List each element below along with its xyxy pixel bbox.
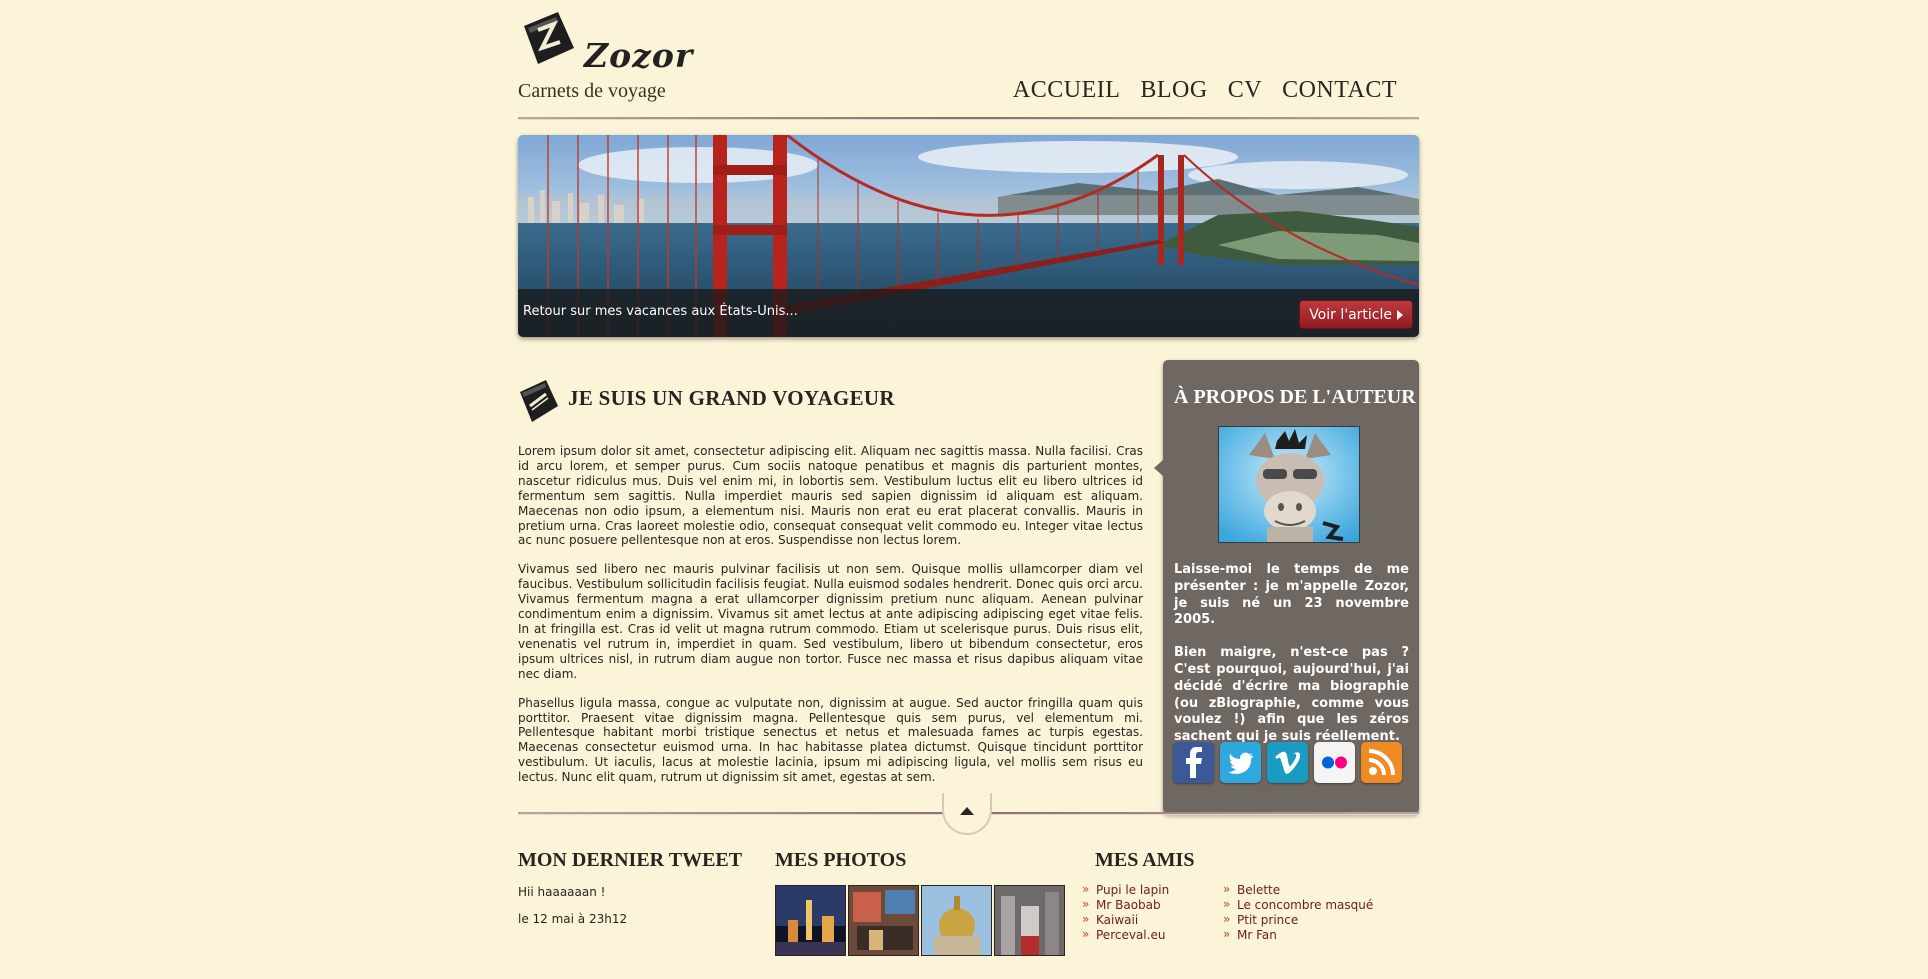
photo-thumbnail[interactable]	[921, 885, 992, 956]
photo-thumbnail[interactable]	[848, 885, 919, 956]
friends-title: MES AMIS	[1095, 849, 1195, 871]
logo-name: Zozor	[584, 36, 694, 75]
friend-link[interactable]: Le concombre masqué	[1223, 897, 1373, 913]
about-author-panel: À PROPOS DE L'AUTEUR Laisse-moi le temps…	[1154, 360, 1419, 814]
friend-link[interactable]: Mr Baobab	[1082, 897, 1169, 913]
site-tagline: Carnets de voyage	[518, 80, 666, 102]
nav-item-contact[interactable]: CONTACT	[1282, 77, 1397, 104]
flickr-icon[interactable]	[1314, 742, 1355, 783]
about-author-text: Laisse-moi le temps de me présenter : je…	[1174, 562, 1409, 762]
back-to-top-button[interactable]	[942, 793, 992, 835]
social-links	[1173, 742, 1402, 783]
panel-notch	[1154, 460, 1163, 476]
friend-link[interactable]: Mr Fan	[1223, 927, 1373, 943]
page-wrapper: Zozor Carnets de voyage ACCUEIL BLOG CV …	[518, 0, 1419, 979]
site-logo[interactable]: Zozor	[518, 8, 692, 75]
read-article-button[interactable]: Voir l'article	[1299, 300, 1413, 329]
friend-link[interactable]: Pupi le lapin	[1082, 882, 1169, 898]
tweet-title: MON DERNIER TWEET	[518, 849, 743, 871]
friend-link[interactable]: Ptit prince	[1223, 912, 1373, 928]
nav-item-cv[interactable]: CV	[1228, 77, 1262, 104]
rss-icon[interactable]	[1361, 742, 1402, 783]
friends-list-1: Pupi le lapin Mr Baobab Kaiwaii Perceval…	[1082, 882, 1169, 943]
about-paragraph: Laisse-moi le temps de me présenter : je…	[1174, 562, 1409, 628]
article-paragraph: Lorem ipsum dolor sit amet, consectetur …	[518, 444, 1143, 548]
article-paragraph: Phasellus ligula massa, congue ac vulput…	[518, 695, 1143, 785]
logo-mark-icon	[524, 12, 574, 64]
photo-thumbnail[interactable]	[775, 885, 846, 956]
nav-item-blog[interactable]: BLOG	[1140, 77, 1207, 104]
tweet-date: le 12 mai à 23h12	[518, 912, 628, 926]
read-article-label: Voir l'article	[1309, 306, 1392, 323]
friend-link[interactable]: Kaiwaii	[1082, 912, 1169, 928]
photo-thumbnail[interactable]	[994, 885, 1065, 956]
about-author-title: À PROPOS DE L'AUTEUR	[1174, 386, 1416, 408]
friend-link[interactable]: Perceval.eu	[1082, 927, 1169, 943]
header-divider	[518, 117, 1419, 120]
vimeo-icon[interactable]	[1267, 742, 1308, 783]
hero-banner: Retour sur mes vacances aux États-Unis..…	[518, 135, 1419, 337]
banner-caption: Retour sur mes vacances aux États-Unis..…	[523, 304, 798, 319]
photos-title: MES PHOTOS	[775, 849, 907, 871]
arrow-up-icon	[960, 807, 974, 815]
author-avatar	[1218, 426, 1360, 543]
twitter-icon[interactable]	[1220, 742, 1261, 783]
main-nav: ACCUEIL BLOG CV CONTACT	[1013, 77, 1397, 104]
article-body: Lorem ipsum dolor sit amet, consectetur …	[518, 444, 1143, 799]
friends-list-2: Belette Le concombre masqué Ptit prince …	[1223, 882, 1373, 943]
nav-item-accueil[interactable]: ACCUEIL	[1013, 77, 1121, 104]
photo-gallery	[775, 885, 1065, 956]
friend-link[interactable]: Belette	[1223, 882, 1373, 898]
facebook-icon[interactable]	[1173, 742, 1214, 783]
article-title-icon	[520, 380, 558, 422]
arrow-right-icon	[1397, 309, 1403, 320]
tweet-text: Hii haaaaaan !	[518, 885, 606, 899]
article-title: JE SUIS UN GRAND VOYAGEUR	[568, 386, 895, 410]
about-paragraph: Bien maigre, n'est-ce pas ? C'est pourqu…	[1174, 645, 1409, 745]
article-paragraph: Vivamus sed libero nec mauris pulvinar f…	[518, 562, 1143, 681]
